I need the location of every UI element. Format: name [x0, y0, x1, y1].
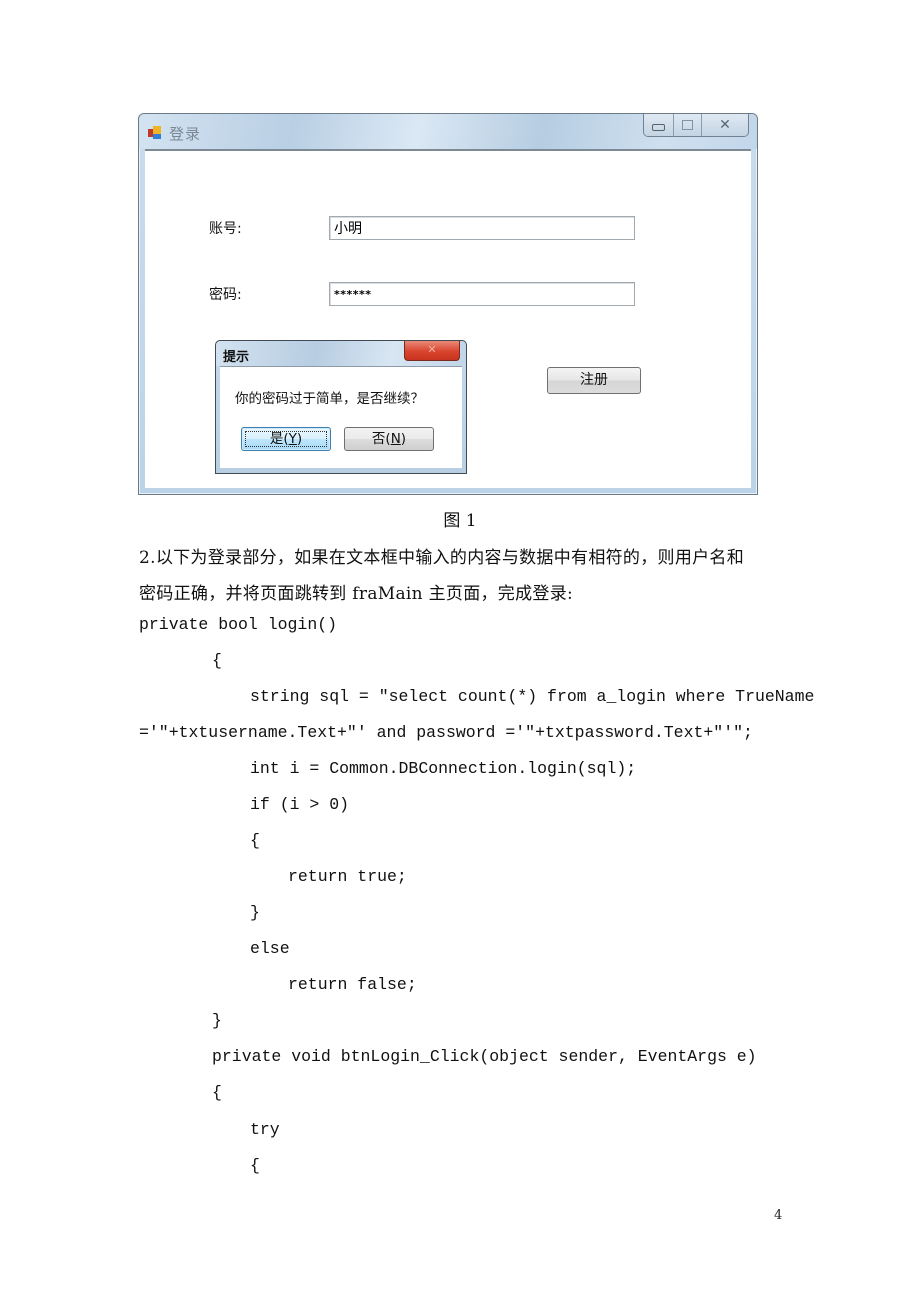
account-label: 账号:	[209, 221, 242, 237]
window-client-area: 账号: 小明 密码: ****** 注册 提示 ✕ 你的密码过于简单，是否继续？…	[145, 149, 751, 488]
code-line: else	[250, 939, 290, 958]
message-box-close-button[interactable]: ✕	[404, 341, 460, 361]
message-box-titlebar: 提示 ✕	[216, 341, 466, 366]
app-window-icon	[148, 126, 162, 140]
window-titlebar: 登录 ✕	[139, 114, 757, 149]
code-line: {	[250, 831, 260, 850]
close-icon: ✕	[427, 343, 437, 356]
message-box: 提示 ✕ 你的密码过于简单，是否继续？ 是(Y) 否(N)	[215, 340, 467, 474]
no-mnemonic: N	[390, 431, 401, 447]
window-title: 登录	[169, 125, 202, 143]
yes-button[interactable]: 是(Y)	[241, 427, 331, 451]
password-label: 密码:	[209, 287, 242, 303]
message-box-body: 你的密码过于简单，是否继续？ 是(Y) 否(N)	[220, 366, 462, 468]
focus-rectangle	[245, 431, 327, 447]
code-line: private bool login()	[139, 615, 338, 634]
code-line: int i = Common.DBConnection.login(sql);	[250, 759, 637, 778]
close-button[interactable]: ✕	[702, 114, 748, 136]
paragraph-line-2: 密码正确，并将页面跳转到 fraMain 主页面，完成登录:	[139, 584, 574, 604]
login-window-figure: 登录 ✕ 账号: 小明 密码: ****** 注册 提示 ✕ 你的密码过于简单，…	[138, 113, 758, 495]
code-line: try	[250, 1120, 280, 1139]
code-line: private void btnLogin_Click(object sende…	[212, 1047, 757, 1066]
minimize-button[interactable]	[644, 114, 674, 136]
code-line: return false;	[288, 975, 417, 994]
minimize-icon	[652, 124, 665, 131]
window-controls: ✕	[643, 114, 749, 137]
password-input[interactable]: ******	[329, 282, 635, 306]
message-box-title: 提示	[223, 350, 250, 365]
no-button-label: 否	[371, 431, 386, 447]
page-number: 4	[774, 1208, 783, 1223]
maximize-icon	[682, 120, 693, 130]
code-line: {	[250, 1156, 260, 1175]
code-line: {	[212, 651, 222, 670]
maximize-button[interactable]	[674, 114, 702, 136]
figure-caption: 图 1	[443, 511, 477, 531]
code-line: ='"+txtusername.Text+"' and password ='"…	[139, 723, 753, 742]
message-text: 你的密码过于简单，是否继续？	[235, 391, 424, 407]
no-button[interactable]: 否(N)	[344, 427, 434, 451]
account-input[interactable]: 小明	[329, 216, 635, 240]
code-line: }	[250, 903, 260, 922]
code-line: return true;	[288, 867, 407, 886]
close-icon: ✕	[719, 117, 731, 133]
code-line: }	[212, 1011, 222, 1030]
paragraph-line-1: 2.以下为登录部分，如果在文本框中输入的内容与数据中有相符的，则用户名和	[139, 548, 745, 568]
code-line: if (i > 0)	[250, 795, 350, 814]
register-button[interactable]: 注册	[547, 367, 641, 394]
code-line: {	[212, 1083, 222, 1102]
code-line: string sql = "select count(*) from a_log…	[250, 687, 815, 706]
